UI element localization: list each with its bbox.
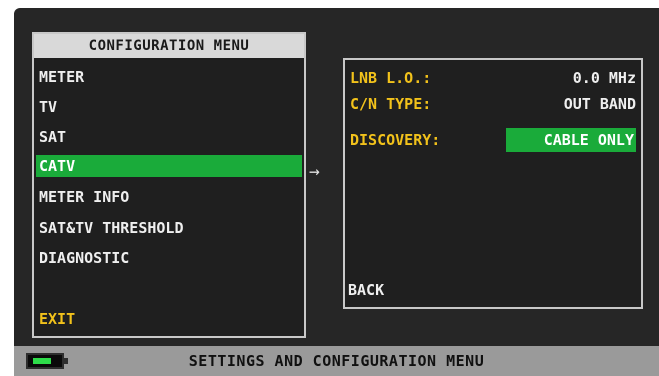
cn-type-label: C/N TYPE: xyxy=(350,95,432,113)
menu-item-tv[interactable]: TV xyxy=(36,96,302,118)
status-bar: SETTINGS AND CONFIGURATION MENU xyxy=(14,346,659,376)
menu-item-catv[interactable]: CATV xyxy=(36,155,302,177)
discovery-row[interactable]: DISCOVERY: CABLE ONLY xyxy=(346,128,638,152)
lnb-lo-value: 0.0 MHz xyxy=(572,69,636,87)
menu-item-meter[interactable]: METER xyxy=(36,66,302,88)
lnb-lo-label: LNB L.O.: xyxy=(350,69,432,87)
menu-item-meter-info[interactable]: METER INFO xyxy=(36,186,302,208)
discovery-label: DISCOVERY: xyxy=(350,131,441,149)
cn-type-row[interactable]: C/N TYPE: OUT BAND xyxy=(346,92,638,116)
menu-item-diagnostic[interactable]: DIAGNOSTIC xyxy=(36,247,302,269)
status-bar-text: SETTINGS AND CONFIGURATION MENU xyxy=(188,352,485,370)
discovery-value[interactable]: CABLE ONLY xyxy=(506,128,636,152)
lnb-lo-row[interactable]: LNB L.O.: 0.0 MHz xyxy=(346,66,638,90)
menu-item-threshold[interactable]: SAT&TV THRESHOLD xyxy=(36,217,302,239)
menu-title: CONFIGURATION MENU xyxy=(34,34,304,58)
exit-button[interactable]: EXIT xyxy=(36,308,302,330)
arrow-right-icon: → xyxy=(309,161,320,182)
cn-type-value: OUT BAND xyxy=(563,95,636,113)
back-button[interactable]: BACK xyxy=(348,278,384,302)
menu-item-sat[interactable]: SAT xyxy=(36,126,302,148)
